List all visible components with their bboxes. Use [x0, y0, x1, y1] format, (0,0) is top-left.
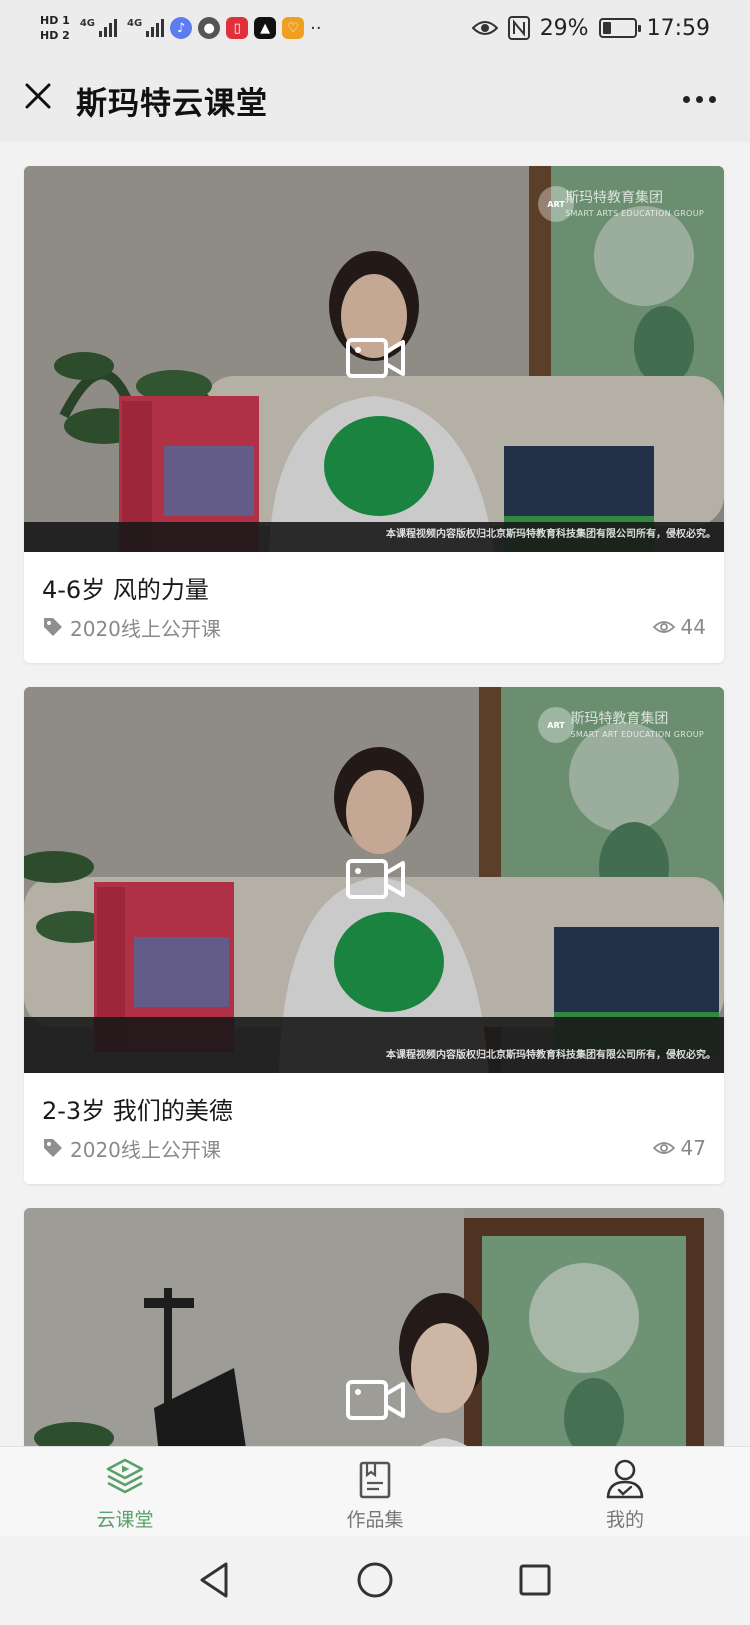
tab-label: 作品集 — [346, 1509, 404, 1531]
course-title[interactable]: 4-6岁 风的力量 — [42, 570, 209, 605]
home-button[interactable] — [353, 1558, 397, 1602]
bottom-tab-bar: 云课堂 作品集 我的 — [0, 1446, 750, 1536]
clock: 17:59 — [646, 15, 710, 41]
back-triangle-icon — [200, 1562, 228, 1598]
battery-percent: 29% — [539, 15, 589, 41]
home-circle-icon — [357, 1562, 393, 1598]
course-list[interactable]: ART 斯玛特教育集团 SMART ARTS EDUCATION GROUP 本… — [0, 142, 750, 1446]
close-button[interactable] — [18, 76, 58, 116]
recents-square-icon — [519, 1564, 551, 1596]
course-tag-label: 2020线上公开课 — [70, 1137, 221, 1162]
more-notifications: ·· — [310, 17, 322, 39]
tab-portfolio[interactable]: 作品集 — [315, 1457, 435, 1533]
status-left-icons: HD 1 HD 2 4G 4G ♪ ● ▯ ▲ ♡ ·· — [40, 8, 322, 48]
eye-comfort-icon — [471, 21, 498, 35]
eye-icon — [652, 1142, 675, 1154]
watermark-en: SMART ART EDUCATION GROUP — [570, 730, 704, 739]
view-count: 44 — [652, 615, 706, 639]
tab-label: 我的 — [605, 1509, 644, 1531]
heart-app-icon: ♡ — [282, 17, 305, 39]
course-tag-label: 2020线上公开课 — [70, 616, 221, 641]
dot-icon — [682, 95, 690, 103]
tab-cloud-classroom[interactable]: 云课堂 — [65, 1457, 185, 1533]
course-card[interactable]: ART 斯玛特教育集团 SMART ARTS EDUCATION GROUP 本… — [24, 166, 724, 663]
signal-icon-2: 4G — [127, 18, 165, 37]
triangle-app-icon: ▲ — [254, 17, 277, 39]
nfc-icon — [507, 16, 530, 40]
view-count-value: 47 — [680, 1136, 706, 1160]
user-icon — [606, 1459, 644, 1499]
play-stack-icon — [106, 1458, 144, 1494]
brand-logo-icon: ART — [538, 707, 574, 743]
eye-icon — [652, 621, 675, 633]
hd1-label: HD 1 — [40, 14, 70, 27]
title-bar: 斯玛特云课堂 — [0, 56, 750, 142]
signal-icon: 4G — [80, 19, 117, 37]
copyright-notice: 本课程视频内容版权归北京斯玛特教育科技集团有限公司所有，侵权必究。 — [386, 1050, 716, 1061]
close-icon — [25, 83, 51, 109]
video-thumbnail[interactable]: ART 斯玛特教育集团 SMART ART EDUCATION GROUP 本课… — [24, 687, 724, 1073]
video-camera-icon — [346, 1380, 405, 1420]
watermark-cn: 斯玛特教育集团 — [565, 190, 664, 206]
course-card[interactable] — [24, 1208, 724, 1446]
tab-mine[interactable]: 我的 — [565, 1457, 685, 1533]
course-tag: 2020线上公开课 — [42, 1134, 221, 1163]
view-count: 47 — [652, 1136, 706, 1160]
back-button[interactable] — [192, 1558, 236, 1602]
course-card[interactable]: ART 斯玛特教育集团 SMART ART EDUCATION GROUP 本课… — [24, 687, 724, 1184]
watermark: 斯玛特教育集团 SMART ARTS EDUCATION GROUP — [565, 190, 704, 222]
more-options-button[interactable] — [676, 84, 722, 114]
battery-icon — [598, 18, 641, 38]
status-bar: HD 1 HD 2 4G 4G ♪ ● ▯ ▲ ♡ ·· 29% 17:59 — [0, 0, 750, 56]
course-meta: 2020线上公开课 44 — [42, 612, 706, 642]
course-title[interactable]: 2-3岁 我们的美德 — [42, 1091, 233, 1126]
document-book-icon — [359, 1461, 391, 1499]
hd2-label: HD 2 — [40, 29, 70, 42]
dot-icon — [695, 95, 703, 103]
network-type-2: 4G — [127, 18, 143, 29]
watermark-cn: 斯玛特教育集团 — [570, 711, 669, 727]
video-camera-icon — [346, 859, 405, 899]
network-type-1: 4G — [79, 18, 95, 29]
recents-button[interactable] — [513, 1558, 557, 1602]
tab-label: 云课堂 — [96, 1509, 154, 1531]
course-meta: 2020线上公开课 47 — [42, 1133, 706, 1163]
tag-icon — [44, 618, 62, 636]
dot-icon — [708, 95, 716, 103]
view-count-value: 44 — [680, 615, 706, 639]
video-thumbnail[interactable]: ART 斯玛特教育集团 SMART ARTS EDUCATION GROUP 本… — [24, 166, 724, 552]
video-camera-icon — [346, 338, 405, 378]
course-tag: 2020线上公开课 — [42, 613, 221, 642]
hd-indicator: HD 1 HD 2 — [40, 15, 70, 41]
watermark: 斯玛特教育集团 SMART ART EDUCATION GROUP — [570, 711, 704, 743]
video-thumbnail[interactable] — [24, 1208, 724, 1446]
music-app-icon: ♪ — [170, 17, 193, 39]
chat-app-icon: ● — [198, 17, 221, 39]
status-right-icons: 29% 17:59 — [471, 10, 710, 46]
watermark-en: SMART ARTS EDUCATION GROUP — [565, 209, 704, 218]
book-app-icon: ▯ — [226, 17, 249, 39]
tag-icon — [44, 1139, 62, 1157]
system-nav-bar — [0, 1536, 750, 1625]
copyright-notice: 本课程视频内容版权归北京斯玛特教育科技集团有限公司所有，侵权必究。 — [386, 529, 716, 540]
page-title: 斯玛特云课堂 — [76, 86, 268, 122]
